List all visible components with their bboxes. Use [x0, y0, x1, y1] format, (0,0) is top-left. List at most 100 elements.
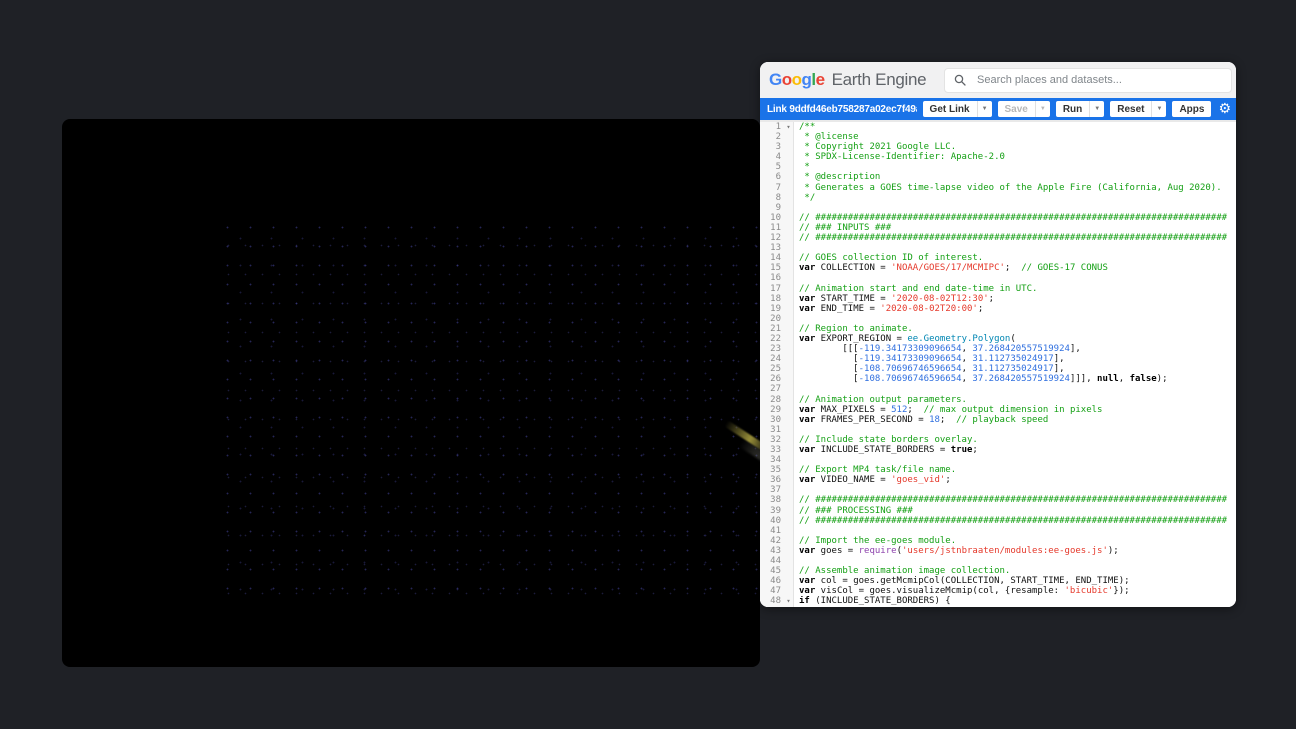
code-line-34[interactable]: 34	[760, 455, 1236, 466]
code-line-9[interactable]: 9	[760, 202, 1236, 213]
run-dropdown-arrow-icon[interactable]: ▼	[1089, 101, 1104, 117]
line-number: 33	[760, 445, 784, 456]
apps-button[interactable]: Apps	[1172, 101, 1212, 117]
code-line-26[interactable]: 26 [-108.70696746596654, 37.268420557519…	[760, 374, 1236, 385]
code-line-2[interactable]: 2 * @license	[760, 132, 1236, 143]
code-line-17[interactable]: 17 // Animation start and end date-time i…	[760, 283, 1236, 294]
reset-dropdown-arrow-icon[interactable]: ▼	[1151, 101, 1166, 117]
line-number: 18	[760, 293, 784, 304]
code-text: var EXPORT_REGION = ee.Geometry.Polygon(	[799, 333, 1016, 344]
fold-gutter	[784, 434, 794, 445]
line-number: 31	[760, 424, 784, 435]
code-text: // #####################################…	[799, 212, 1228, 223]
script-link-label[interactable]: Link 9ddfd46eb758287a02ec7f49a24953...	[767, 104, 917, 115]
code-line-30[interactable]: 30 var FRAMES_PER_SECOND = 18; // playbac…	[760, 414, 1236, 425]
code-line-46[interactable]: 46 var col = goes.getMcmipCol(COLLECTION,…	[760, 576, 1236, 587]
fold-gutter	[784, 233, 794, 244]
apps-button-label: Apps	[1179, 103, 1205, 115]
code-line-25[interactable]: 25 [-108.70696746596654, 31.112735024917…	[760, 364, 1236, 375]
code-text: [[[-119.34173309096654, 37.2684205575199…	[799, 344, 1081, 355]
code-line-37[interactable]: 37	[760, 485, 1236, 496]
code-text: [-119.34173309096654, 31.112735024917],	[799, 354, 1065, 365]
code-line-33[interactable]: 33 var INCLUDE_STATE_BORDERS = true;	[760, 445, 1236, 456]
code-text: * SPDX-License-Identifier: Apache-2.0	[799, 152, 1005, 163]
fold-gutter	[784, 212, 794, 223]
code-line-6[interactable]: 6 * @description	[760, 172, 1236, 183]
code-line-48[interactable]: 48 ▾ if (INCLUDE_STATE_BORDERS) {	[760, 596, 1236, 607]
code-line-5[interactable]: 5 *	[760, 162, 1236, 173]
line-number: 40	[760, 515, 784, 526]
code-line-15[interactable]: 15 var COLLECTION = 'NOAA/GOES/17/MCMIPC'…	[760, 263, 1236, 274]
line-number: 19	[760, 303, 784, 314]
code-text: // Assemble animation image collection.	[799, 566, 1011, 577]
code-line-18[interactable]: 18 var START_TIME = '2020-08-02T12:30';	[760, 293, 1236, 304]
fold-gutter	[784, 303, 794, 314]
fold-gutter	[784, 313, 794, 324]
code-line-43[interactable]: 43 var goes = require('users/jstnbraaten/…	[760, 545, 1236, 557]
code-line-1[interactable]: 1 ▾ /**	[760, 122, 1236, 133]
line-number: 11	[760, 222, 784, 234]
code-line-39[interactable]: 39 // ### PROCESSING ###	[760, 505, 1236, 516]
fold-gutter	[784, 364, 794, 375]
search-input[interactable]	[975, 73, 1222, 87]
fold-arrow-icon[interactable]: ▾	[784, 596, 794, 607]
fold-gutter	[784, 222, 794, 234]
line-number: 7	[760, 182, 784, 193]
code-line-24[interactable]: 24 [-119.34173309096654, 31.112735024917…	[760, 354, 1236, 365]
code-line-11[interactable]: 11 // ### INPUTS ###	[760, 222, 1236, 234]
code-line-28[interactable]: 28 // Animation output parameters.	[760, 394, 1236, 405]
code-line-45[interactable]: 45 // Assemble animation image collection…	[760, 566, 1236, 577]
code-line-12[interactable]: 12 // ###################################…	[760, 233, 1236, 244]
code-line-7[interactable]: 7 * Generates a GOES time-lapse video of…	[760, 182, 1236, 193]
code-line-20[interactable]: 20	[760, 313, 1236, 324]
line-number: 45	[760, 566, 784, 577]
line-number: 14	[760, 253, 784, 264]
code-line-21[interactable]: 21 // Region to animate.	[760, 323, 1236, 334]
code-text: // Export MP4 task/file name.	[799, 465, 957, 476]
code-line-10[interactable]: 10 // ###################################…	[760, 212, 1236, 223]
search-box[interactable]	[944, 67, 1232, 93]
code-line-32[interactable]: 32 // Include state borders overlay.	[760, 434, 1236, 445]
code-line-42[interactable]: 42 // Import the ee-goes module.	[760, 535, 1236, 546]
settings-gear-icon[interactable]: ⚙	[1218, 102, 1231, 116]
code-text: * @description	[799, 172, 881, 183]
code-line-35[interactable]: 35 // Export MP4 task/file name.	[760, 465, 1236, 476]
code-line-13[interactable]: 13	[760, 243, 1236, 254]
code-line-31[interactable]: 31	[760, 424, 1236, 435]
fold-arrow-icon[interactable]: ▾	[784, 122, 794, 133]
code-line-44[interactable]: 44	[760, 556, 1236, 567]
code-line-41[interactable]: 41	[760, 525, 1236, 536]
code-line-14[interactable]: 14 // GOES collection ID of interest.	[760, 253, 1236, 264]
reset-button[interactable]: Reset ▼	[1110, 101, 1167, 117]
fold-gutter	[784, 142, 794, 153]
code-line-19[interactable]: 19 var END_TIME = '2020-08-02T20:00';	[760, 303, 1236, 314]
code-editor[interactable]: 1 ▾/** 2 * @license 3 * Copyright 2021 Goog…	[760, 120, 1236, 607]
line-number: 5	[760, 162, 784, 173]
code-line-38[interactable]: 38 // ###################################…	[760, 495, 1236, 506]
code-line-4[interactable]: 4 * SPDX-License-Identifier: Apache-2.0	[760, 152, 1236, 163]
line-number: 38	[760, 495, 784, 506]
code-line-27[interactable]: 27	[760, 384, 1236, 395]
code-line-47[interactable]: 47 var visCol = goes.visualizeMcmip(col, …	[760, 586, 1236, 597]
code-text: // Include state borders overlay.	[799, 434, 978, 445]
get-link-dropdown-arrow-icon[interactable]: ▼	[976, 101, 992, 117]
code-line-16[interactable]: 16	[760, 273, 1236, 284]
video-preview	[62, 119, 760, 667]
code-text: // #####################################…	[799, 515, 1228, 526]
line-number: 22	[760, 333, 784, 345]
line-number: 12	[760, 233, 784, 244]
code-line-23[interactable]: 23 [[[-119.34173309096654, 37.2684205575…	[760, 344, 1236, 355]
get-link-button[interactable]: Get Link ▼	[922, 101, 992, 117]
code-line-36[interactable]: 36 var VIDEO_NAME = 'goes_vid';	[760, 475, 1236, 486]
code-line-29[interactable]: 29 var MAX_PIXELS = 512; // max output di…	[760, 404, 1236, 415]
run-button-label: Run	[1062, 103, 1083, 115]
code-line-8[interactable]: 8 */	[760, 192, 1236, 203]
run-button[interactable]: Run ▼	[1055, 101, 1105, 117]
code-line-22[interactable]: 22 var EXPORT_REGION = ee.Geometry.Polygo…	[760, 333, 1236, 345]
code-text: var visCol = goes.visualizeMcmip(col, {r…	[799, 586, 1130, 597]
fold-gutter	[784, 374, 794, 385]
code-line-40[interactable]: 40 // ###################################…	[760, 515, 1236, 526]
code-line-3[interactable]: 3 * Copyright 2021 Google LLC.	[760, 142, 1236, 153]
